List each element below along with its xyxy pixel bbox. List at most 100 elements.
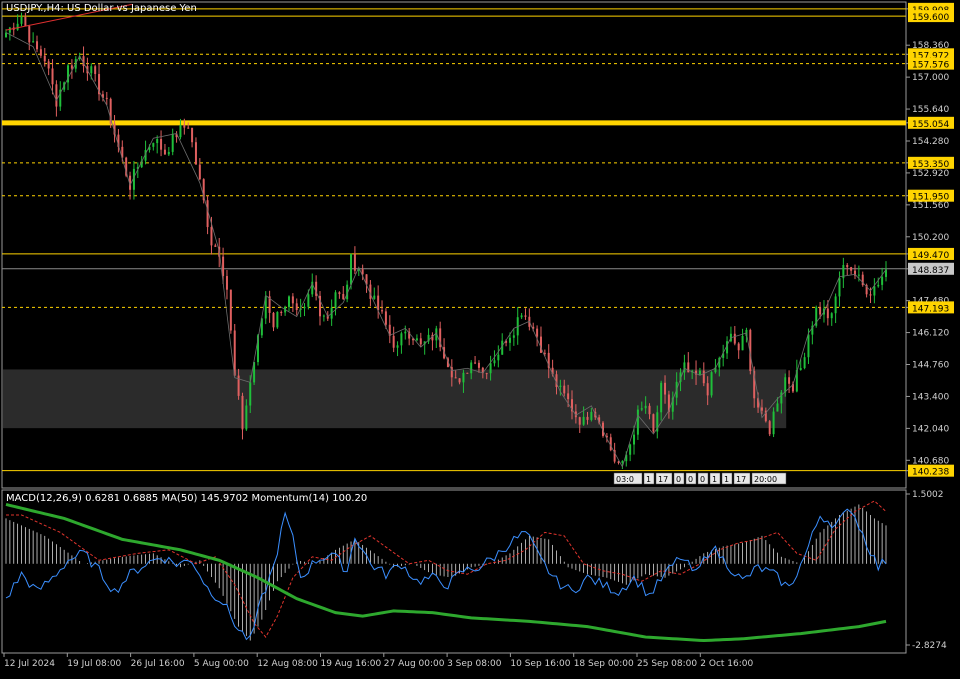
time-tick-label: 5 Aug 00:00 — [194, 659, 249, 669]
candle-body — [768, 421, 771, 435]
candle-body — [249, 382, 252, 406]
candle-body — [819, 307, 822, 315]
time-tick-label: 18 Sep 00:00 — [574, 659, 634, 669]
candle-body — [489, 363, 492, 374]
candle-body — [334, 292, 337, 308]
candle-body — [396, 345, 399, 348]
candle-body — [167, 151, 170, 155]
mini-time-label: 03:0 — [616, 475, 634, 484]
mini-time-label: 20:00 — [754, 475, 777, 484]
candle-body — [338, 292, 341, 295]
candle-body — [799, 368, 802, 371]
mini-time-label: 1 — [712, 475, 717, 484]
price-tick-label: 155.640 — [912, 105, 949, 115]
level-price-label: 159.600 — [912, 13, 949, 23]
candle-body — [156, 139, 159, 144]
time-tick-label: 2 Oct 16:00 — [700, 659, 753, 669]
candle-body — [381, 310, 384, 312]
time-tick-label: 25 Sep 08:00 — [637, 659, 697, 669]
candle-body — [373, 295, 376, 299]
candle-body — [51, 68, 54, 85]
candle-body — [163, 149, 166, 155]
candle-body — [392, 335, 395, 348]
candle-body — [586, 416, 589, 420]
candle-body — [590, 411, 593, 420]
candle-body — [477, 362, 480, 368]
time-tick-label: 12 Aug 08:00 — [257, 659, 318, 669]
candle-body — [16, 23, 19, 30]
candle-body — [857, 274, 860, 276]
candle-body — [733, 333, 736, 344]
candle-body — [32, 41, 35, 43]
candle-body — [187, 127, 190, 129]
price-tick-label: 143.400 — [912, 392, 949, 402]
mini-time-label: 1 — [724, 475, 729, 484]
candle-body — [241, 395, 244, 430]
candle-body — [788, 377, 791, 384]
price-tick-label: 154.280 — [912, 137, 949, 147]
candle-body — [543, 352, 546, 354]
candle-body — [179, 124, 182, 138]
candle-body — [303, 306, 306, 309]
candle-body — [43, 55, 46, 62]
candle-body — [702, 370, 705, 384]
candle-body — [807, 334, 810, 358]
candle-body — [474, 362, 477, 364]
mini-time-label: 0 — [700, 475, 705, 484]
chart-title: USDJPY.,H4: US Dollar vs Japanese Yen — [6, 3, 197, 14]
candle-body — [621, 461, 624, 463]
candle-body — [664, 382, 667, 395]
candle-body — [291, 296, 294, 304]
candle-body — [512, 335, 515, 338]
candle-body — [563, 385, 566, 394]
candle-body — [636, 409, 639, 435]
candle-body — [578, 417, 581, 425]
candle-body — [280, 312, 283, 314]
candle-body — [497, 354, 500, 361]
candle-body — [850, 267, 853, 271]
candle-body — [772, 411, 775, 435]
time-tick-label: 12 Jul 2024 — [4, 659, 55, 669]
candle-body — [322, 315, 325, 317]
level-price-label: 147.193 — [912, 304, 949, 314]
mini-time-label: 17 — [736, 475, 746, 484]
candle-body — [652, 414, 655, 432]
candle-body — [191, 127, 194, 143]
candle-body — [272, 312, 275, 328]
time-tick-label: 27 Aug 00:00 — [384, 659, 445, 669]
candle-body — [55, 84, 58, 107]
candle-body — [152, 143, 155, 147]
candle-body — [8, 27, 11, 33]
mini-time-label: 0 — [676, 475, 681, 484]
candle-body — [741, 335, 744, 351]
candle-body — [20, 16, 23, 24]
mini-time-label: 17 — [658, 475, 668, 484]
candle-body — [36, 41, 39, 50]
candle-body — [539, 336, 542, 353]
candle-body — [458, 378, 461, 383]
level-price-label: 153.350 — [912, 160, 949, 170]
candle-body — [520, 315, 523, 318]
candle-body — [493, 360, 496, 364]
level-price-label: 157.576 — [912, 61, 949, 71]
candle-body — [90, 66, 93, 74]
candle-body — [698, 370, 701, 375]
candle-body — [419, 338, 422, 345]
candle-body — [776, 403, 779, 412]
price-tick-label: 142.040 — [912, 424, 949, 434]
level-price-label: 151.950 — [912, 193, 949, 203]
candle-body — [454, 377, 457, 379]
candle-body — [377, 295, 380, 311]
chart-svg: 03:0117000111720:00 1.5002-2.8274 159.90… — [0, 0, 960, 675]
candle-body — [508, 337, 511, 343]
indicator-tick-label: 1.5002 — [912, 490, 944, 500]
candle-body — [94, 66, 97, 75]
candle-body — [400, 333, 403, 346]
price-tick-label: 157.000 — [912, 73, 949, 83]
candle-body — [559, 385, 562, 387]
candle-body — [342, 294, 345, 300]
candle-body — [353, 253, 356, 271]
current-price-label: 148.837 — [912, 266, 949, 276]
candle-body — [160, 139, 163, 150]
candle-body — [470, 362, 473, 374]
